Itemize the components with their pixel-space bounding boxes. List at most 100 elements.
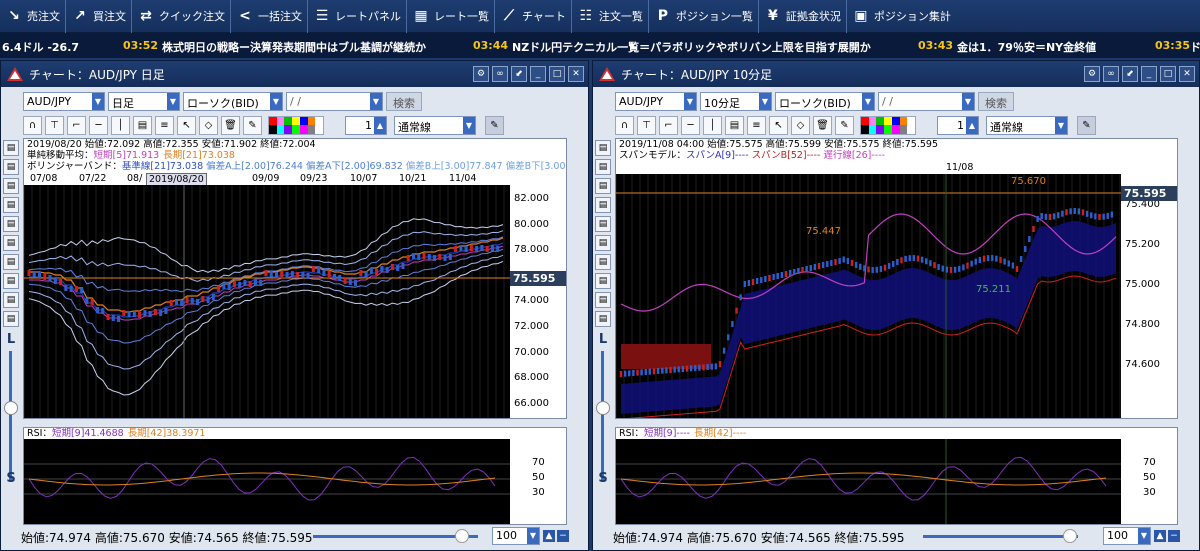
ticker-headline[interactable]: NZドル円テクニカル一覧＝パラボリックやボリバン上限を目指す展開か <box>512 39 871 55</box>
search-button[interactable]: 検索 <box>978 92 1014 111</box>
toolbar-button-bulk-order[interactable]: < 一括注文 <box>231 0 308 33</box>
grid-icon[interactable]: ▤ <box>3 216 19 232</box>
symbol-select[interactable]: AUD/JPY ▼ <box>615 92 697 111</box>
palette-swatch[interactable] <box>292 116 300 125</box>
trash-icon[interactable]: 🗑 <box>221 115 240 135</box>
print-icon[interactable]: ▤ <box>3 292 19 308</box>
ray-icon[interactable]: ⌐ <box>67 115 86 135</box>
palette-swatch[interactable] <box>315 125 323 134</box>
toolbar-button-order-list[interactable]: ☷ 注文一覧 <box>572 0 649 33</box>
news-ticker[interactable]: 6.4ドル -26.7 03:52 株式明日の戦略ー決算発表期間中はブル基調が継… <box>0 33 1200 58</box>
ticker-headline[interactable]: 金は1．79％安＝NY金終値 <box>957 39 1096 55</box>
list-icon[interactable]: ▤ <box>595 235 611 251</box>
palette-swatch[interactable] <box>269 116 277 125</box>
palette-swatch[interactable] <box>292 125 300 134</box>
line-style-select[interactable]: 通常線 ▼ <box>986 115 1068 135</box>
palette-swatch[interactable] <box>899 116 908 125</box>
toolbar-button-buy-arrow[interactable]: ↗ 買注文 <box>66 0 132 33</box>
ticker-headline[interactable]: ドル <box>1190 39 1200 55</box>
window-title-bar[interactable]: チャート：AUD/JPY 10分足 ⚙ ∞ ⬋ _ □ ✕ <box>593 61 1199 87</box>
window-title-bar[interactable]: チャート：AUD/JPY 日足 ⚙ ∞ ⬋ _ □ ✕ <box>1 61 588 87</box>
toolbar-button-rate-list[interactable]: ▦ レート一覧 <box>407 0 495 33</box>
timeframe-select[interactable]: 日足 ▼ <box>108 92 180 111</box>
pointer-icon[interactable]: ↖ <box>177 115 196 135</box>
trend-icon[interactable]: ▤ <box>595 197 611 213</box>
table-icon[interactable]: ▤ <box>3 254 19 270</box>
palette-swatch[interactable] <box>891 125 900 134</box>
palette-swatch[interactable] <box>299 116 308 125</box>
vertical-zoom-track[interactable] <box>9 351 12 481</box>
color-palette[interactable] <box>268 115 324 135</box>
palette-swatch[interactable] <box>307 116 316 125</box>
maximize-icon[interactable]: □ <box>1160 66 1176 82</box>
trend-icon[interactable]: ▤ <box>3 197 19 213</box>
palette-swatch[interactable] <box>269 125 277 134</box>
analysis-icon[interactable]: ▤ <box>595 178 611 194</box>
minimize-to-icon[interactable]: ⬋ <box>1122 66 1138 82</box>
window-icon[interactable]: ▤ <box>3 273 19 289</box>
timeframe-select[interactable]: 10分足 ▼ <box>700 92 772 111</box>
zoom-out-button[interactable]: − <box>1168 530 1180 542</box>
palette-swatch[interactable] <box>284 116 293 125</box>
horizontal-line-icon[interactable]: ─ <box>89 115 108 135</box>
fibonacci-icon[interactable]: ≡ <box>747 115 766 135</box>
toolbar-button-chart[interactable]: ⟋ チャート <box>495 0 572 33</box>
color-palette[interactable] <box>860 115 916 135</box>
toolbar-button-position-list[interactable]: P ポジション一覧 <box>649 0 759 33</box>
grid-icon[interactable]: ▤ <box>595 216 611 232</box>
horizontal-zoom-knob[interactable] <box>455 529 469 543</box>
pencil-icon[interactable]: ▤ <box>595 159 611 175</box>
line-style-select[interactable]: 通常線 ▼ <box>394 115 476 135</box>
pen-settings-icon[interactable]: ✎ <box>1077 115 1096 135</box>
palette-swatch[interactable] <box>276 116 285 125</box>
indicator-icon[interactable]: ▤ <box>3 140 19 156</box>
zoom-in-button[interactable]: ▲ <box>1154 530 1166 542</box>
close-icon[interactable]: ✕ <box>1179 66 1195 82</box>
window-icon[interactable]: ▤ <box>595 273 611 289</box>
palette-swatch[interactable] <box>861 125 869 134</box>
pen-settings-icon[interactable]: ✎ <box>485 115 504 135</box>
palette-swatch[interactable] <box>284 125 293 134</box>
trash-icon[interactable]: 🗑 <box>813 115 832 135</box>
link-icon[interactable]: ∞ <box>492 66 508 82</box>
line-width-select[interactable]: 1 ▲ <box>937 115 979 135</box>
list-icon[interactable]: ▤ <box>3 235 19 251</box>
vertical-zoom-knob[interactable] <box>4 401 18 415</box>
toolbar-button-rate-panel[interactable]: ☰ レートパネル <box>308 0 407 33</box>
minimize-to-icon[interactable]: ⬋ <box>511 66 527 82</box>
zoom-select[interactable]: 100 ▼ <box>1103 527 1151 545</box>
analysis-icon[interactable]: ▤ <box>3 178 19 194</box>
palette-swatch[interactable] <box>876 125 885 134</box>
date-input[interactable]: / / ▼ <box>878 92 975 111</box>
palette-swatch[interactable] <box>276 125 285 134</box>
magnet-icon[interactable]: ∩ <box>23 115 42 135</box>
palette-swatch[interactable] <box>315 116 323 125</box>
horizontal-ray-icon[interactable]: ⊤ <box>45 115 64 135</box>
date-input[interactable]: / / ▼ <box>286 92 383 111</box>
candle-type-select[interactable]: ローソク(BID) ▼ <box>183 92 283 111</box>
horizontal-zoom-knob[interactable] <box>1063 529 1077 543</box>
palette-swatch[interactable] <box>299 125 308 134</box>
copy-icon[interactable]: ▤ <box>595 311 611 327</box>
ticker-headline[interactable]: 株式明日の戦略ー決算発表期間中はブル基調が継続か <box>162 39 426 55</box>
palette-swatch[interactable] <box>891 116 900 125</box>
palette-swatch[interactable] <box>876 116 885 125</box>
text-tool-icon[interactable]: ✎ <box>243 115 262 135</box>
table-icon[interactable]: ▤ <box>595 254 611 270</box>
palette-swatch[interactable] <box>899 125 908 134</box>
gear-icon[interactable]: ⚙ <box>473 66 489 82</box>
vertical-zoom-track[interactable] <box>601 351 604 481</box>
vertical-line-icon[interactable]: │ <box>703 115 722 135</box>
palette-swatch[interactable] <box>861 116 869 125</box>
channel-icon[interactable]: ▤ <box>725 115 744 135</box>
palette-swatch[interactable] <box>307 125 316 134</box>
zoom-in-button[interactable]: ▲ <box>543 530 555 542</box>
close-icon[interactable]: ✕ <box>568 66 584 82</box>
text-tool-icon[interactable]: ✎ <box>835 115 854 135</box>
minimize-icon[interactable]: _ <box>1141 66 1157 82</box>
toolbar-button-position-summary[interactable]: ▣ ポジション集計 <box>847 0 956 33</box>
horizontal-zoom-track[interactable] <box>313 535 478 538</box>
horizontal-zoom-track[interactable] <box>923 535 1078 538</box>
magnet-icon[interactable]: ∩ <box>615 115 634 135</box>
vertical-line-icon[interactable]: │ <box>111 115 130 135</box>
